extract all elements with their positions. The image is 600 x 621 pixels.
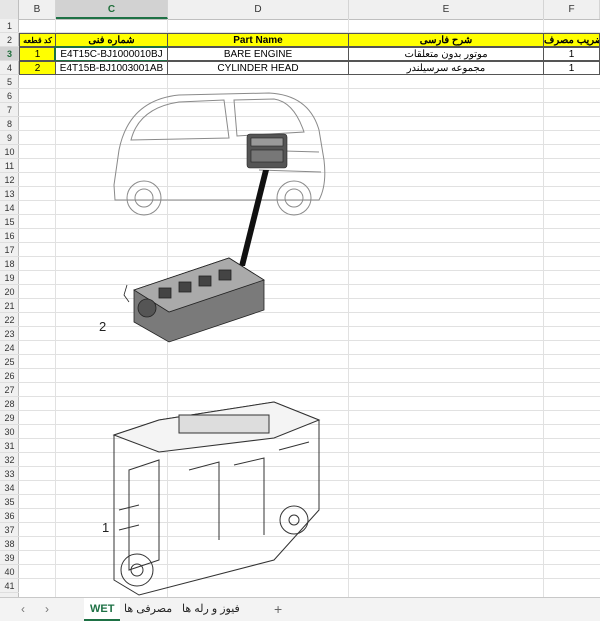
cylinder-head-drawing bbox=[123, 257, 265, 343]
sheet-tab-consumables[interactable]: مصرفی ها bbox=[118, 598, 178, 621]
row-header[interactable]: 14 bbox=[0, 201, 19, 215]
row-header[interactable]: 23 bbox=[0, 327, 19, 341]
chevron-right-icon[interactable]: › bbox=[38, 600, 56, 618]
header-cell-persian-description[interactable]: شرح فارسی bbox=[348, 33, 544, 47]
car-engine-mark bbox=[246, 133, 288, 169]
callout-label-2: 2 bbox=[99, 319, 107, 334]
row-header[interactable]: 4 bbox=[0, 61, 19, 75]
header-cell-technical-number[interactable]: شماره فنی bbox=[55, 33, 168, 47]
cell-persian-description[interactable]: مجموعه سرسیلندر bbox=[348, 61, 544, 75]
row-header[interactable]: 34 bbox=[0, 481, 19, 495]
row-header-bar: 1 2 3 4 5 6 7 8 9 10 11 12 13 14 15 16 1… bbox=[0, 19, 19, 597]
column-header-d[interactable]: D bbox=[168, 0, 349, 19]
row-header[interactable]: 10 bbox=[0, 145, 19, 159]
row-header[interactable]: 41 bbox=[0, 579, 19, 593]
row-header[interactable]: 28 bbox=[0, 397, 19, 411]
row-header[interactable]: 40 bbox=[0, 565, 19, 579]
row-header[interactable]: 32 bbox=[0, 453, 19, 467]
row-header[interactable]: 36 bbox=[0, 509, 19, 523]
row-header[interactable]: 26 bbox=[0, 369, 19, 383]
row-header[interactable]: 20 bbox=[0, 285, 19, 299]
cell-part-code[interactable]: 2 bbox=[19, 61, 56, 75]
row-header[interactable]: 9 bbox=[0, 131, 19, 145]
select-all-corner[interactable] bbox=[0, 0, 19, 19]
row-header[interactable]: 39 bbox=[0, 551, 19, 565]
cell-persian-description[interactable]: موتور بدون متعلقات bbox=[348, 47, 544, 61]
row-header[interactable]: 25 bbox=[0, 355, 19, 369]
row-header[interactable]: 37 bbox=[0, 523, 19, 537]
add-sheet-button[interactable]: + bbox=[268, 598, 288, 621]
row-header[interactable]: 2 bbox=[0, 33, 19, 47]
cell-part-name[interactable]: BARE ENGINE bbox=[167, 47, 349, 61]
cell-part-name[interactable]: CYLINDER HEAD bbox=[167, 61, 349, 75]
row-header[interactable]: 6 bbox=[0, 89, 19, 103]
header-cell-part-name[interactable]: Part Name bbox=[167, 33, 349, 47]
parts-illustration[interactable]: 2 1 bbox=[19, 90, 349, 597]
callout-label-1: 1 bbox=[102, 520, 110, 535]
row-header[interactable]: 1 bbox=[0, 19, 19, 33]
row-header[interactable]: 3 bbox=[0, 47, 19, 61]
header-cell-usage-factor[interactable]: ضریب مصرف bbox=[543, 33, 600, 47]
column-header-e[interactable]: E bbox=[349, 0, 544, 19]
row-header[interactable]: 27 bbox=[0, 383, 19, 397]
column-header-f[interactable]: F bbox=[544, 0, 600, 19]
row-header[interactable]: 18 bbox=[0, 257, 19, 271]
row-header[interactable]: 30 bbox=[0, 425, 19, 439]
row-header[interactable]: 21 bbox=[0, 299, 19, 313]
row-header[interactable]: 19 bbox=[0, 271, 19, 285]
row-header[interactable]: 38 bbox=[0, 537, 19, 551]
row-header[interactable]: 22 bbox=[0, 313, 19, 327]
bare-engine-drawing bbox=[112, 401, 321, 596]
cell-part-code[interactable]: 1 bbox=[19, 47, 56, 61]
row-header[interactable]: 12 bbox=[0, 173, 19, 187]
row-header[interactable]: 35 bbox=[0, 495, 19, 509]
header-cell-part-code[interactable]: کد قطعه bbox=[19, 33, 56, 47]
row-header[interactable]: 24 bbox=[0, 341, 19, 355]
column-header-c[interactable]: C bbox=[56, 0, 168, 19]
cell-usage-factor[interactable]: 1 bbox=[543, 47, 600, 61]
column-header-b[interactable]: B bbox=[19, 0, 56, 19]
row-header[interactable]: 31 bbox=[0, 439, 19, 453]
sheet-tab-bar: ‹ › WET مصرفی ها فیوز و رله ها + bbox=[0, 597, 600, 621]
cell-technical-number-selected[interactable]: E4T15C-BJ1000010BJ bbox=[54, 46, 169, 62]
column-header-bar: B C D E F bbox=[0, 0, 600, 20]
row-header[interactable]: 8 bbox=[0, 117, 19, 131]
row-header[interactable]: 16 bbox=[0, 229, 19, 243]
row-header[interactable]: 5 bbox=[0, 75, 19, 89]
pointer-arrow bbox=[239, 170, 269, 266]
row-header[interactable]: 13 bbox=[0, 187, 19, 201]
sheet-tab-fuses-relays[interactable]: فیوز و رله ها bbox=[176, 598, 246, 621]
row-header[interactable]: 7 bbox=[0, 103, 19, 117]
cell-technical-number[interactable]: E4T15B-BJ1003001AB bbox=[55, 61, 168, 75]
row-header[interactable]: 15 bbox=[0, 215, 19, 229]
row-header[interactable]: 17 bbox=[0, 243, 19, 257]
row-header[interactable]: 29 bbox=[0, 411, 19, 425]
row-header[interactable]: 33 bbox=[0, 467, 19, 481]
cell-usage-factor[interactable]: 1 bbox=[543, 61, 600, 75]
row-header[interactable]: 11 bbox=[0, 159, 19, 173]
engine-diagram bbox=[112, 92, 326, 596]
chevron-left-icon[interactable]: ‹ bbox=[14, 600, 32, 618]
sheet-tab-wet[interactable]: WET bbox=[84, 598, 121, 621]
